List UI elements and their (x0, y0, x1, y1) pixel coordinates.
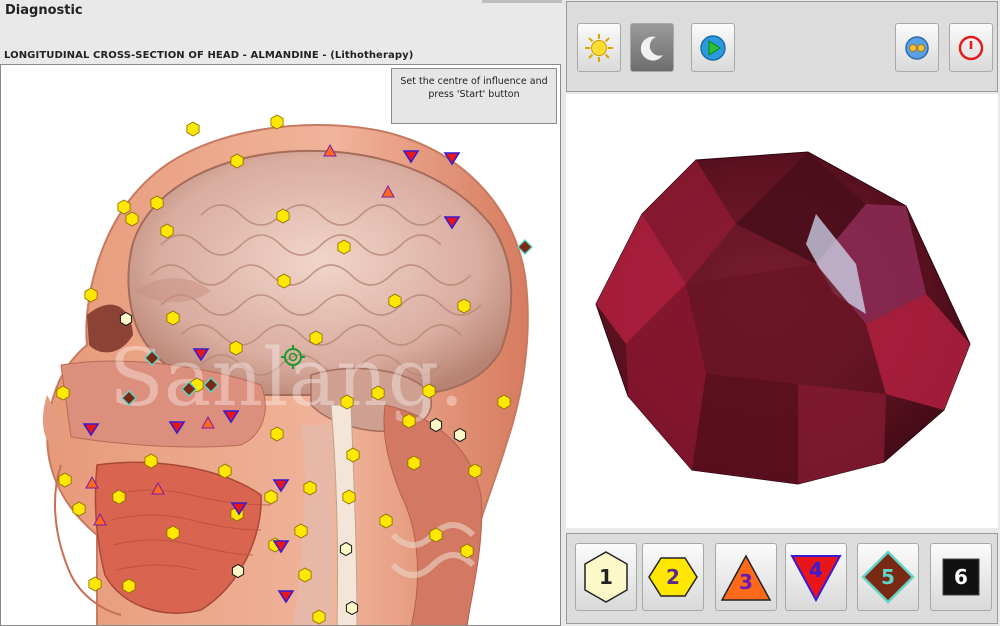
scale-button-1-label: 1 (599, 565, 613, 589)
marker-white-hexagon (345, 600, 359, 616)
marker-yellow-hexagon (230, 153, 244, 169)
window-title: Diagnostic (5, 3, 83, 18)
marker-yellow-hexagon (371, 385, 385, 401)
marker-yellow-hexagon (58, 472, 72, 488)
intensity-scale-bar: 1 2 3 4 5 6 (566, 533, 998, 624)
watermark-text: Sanlang. (109, 331, 464, 424)
scale-button-4-label: 4 (809, 558, 823, 582)
marker-yellow-hexagon (457, 298, 471, 314)
marker-yellow-hexagon (276, 208, 290, 224)
marker-yellow-hexagon (309, 330, 323, 346)
marker-yellow-hexagon (422, 383, 436, 399)
marker-yellow-hexagon (312, 609, 326, 625)
marker-yellow-hexagon (125, 211, 139, 227)
marker-white-hexagon (453, 427, 467, 443)
sun-icon (585, 33, 613, 62)
marker-yellow-hexagon (56, 385, 70, 401)
marker-yellow-hexagon (270, 114, 284, 130)
marker-yellow-hexagon (460, 543, 474, 559)
marker-yellow-hexagon (429, 527, 443, 543)
marker-white-hexagon (119, 311, 133, 327)
scale-button-2-label: 2 (666, 565, 680, 589)
almandine-gem-image (595, 151, 971, 485)
marker-yellow-hexagon (160, 223, 174, 239)
marker-yellow-hexagon (402, 413, 416, 429)
scale-button-4[interactable]: 4 (785, 543, 847, 611)
marker-yellow-hexagon (468, 463, 482, 479)
marker-yellow-hexagon (340, 394, 354, 410)
power-button[interactable] (949, 23, 993, 72)
marker-yellow-hexagon (298, 567, 312, 583)
marker-yellow-hexagon (303, 480, 317, 496)
power-icon (958, 35, 984, 60)
scale-button-5-label: 5 (881, 565, 895, 589)
marker-yellow-hexagon (84, 287, 98, 303)
marker-yellow-hexagon (88, 576, 102, 592)
marker-yellow-hexagon (337, 239, 351, 255)
view-subtitle: LONGITUDINAL CROSS-SECTION OF HEAD - ALM… (4, 50, 414, 61)
scale-button-5[interactable]: 5 (857, 543, 919, 611)
scale-button-6-label: 6 (954, 565, 968, 589)
scale-button-3-label: 3 (739, 570, 753, 594)
toolbar (566, 1, 998, 92)
play-icon (700, 34, 726, 61)
marker-yellow-hexagon (270, 426, 284, 442)
scale-button-2[interactable]: 2 (642, 543, 704, 611)
marker-white-hexagon (339, 541, 353, 557)
night-mode-button[interactable] (630, 23, 674, 72)
marker-yellow-hexagon (264, 489, 278, 505)
marker-yellow-hexagon (277, 273, 291, 289)
scale-button-6[interactable]: 6 (930, 543, 992, 611)
reels-icon (905, 35, 929, 60)
instruction-tooltip: Set the centre of influence and press 'S… (391, 68, 557, 124)
marker-yellow-hexagon (229, 340, 243, 356)
head-cross-section-image: Sanlang. (42, 114, 533, 625)
marker-yellow-hexagon (150, 195, 164, 211)
marker-yellow-hexagon (388, 293, 402, 309)
marker-yellow-hexagon (186, 121, 200, 137)
settings-button[interactable] (895, 23, 939, 72)
scale-button-1[interactable]: 1 (575, 543, 637, 611)
marker-yellow-hexagon (379, 513, 393, 529)
start-button[interactable] (691, 23, 735, 72)
marker-yellow-hexagon (294, 523, 308, 539)
marker-white-hexagon (429, 417, 443, 433)
marker-yellow-hexagon (144, 453, 158, 469)
marker-yellow-hexagon (497, 394, 511, 410)
marker-white-hexagon (231, 563, 245, 579)
gemstone-preview (566, 94, 998, 528)
marker-yellow-hexagon (166, 525, 180, 541)
marker-yellow-hexagon (407, 455, 421, 471)
scale-button-3[interactable]: 3 (715, 543, 777, 611)
anatomy-view[interactable]: Sanlang. (0, 64, 561, 626)
marker-yellow-hexagon (112, 489, 126, 505)
marker-yellow-hexagon (218, 463, 232, 479)
marker-yellow-hexagon (166, 310, 180, 326)
marker-yellow-hexagon (72, 501, 86, 517)
marker-yellow-hexagon (117, 199, 131, 215)
marker-yellow-hexagon (342, 489, 356, 505)
marker-yellow-hexagon (346, 447, 360, 463)
title-bar-strip (482, 0, 562, 3)
day-mode-button[interactable] (577, 23, 621, 72)
marker-yellow-hexagon (122, 578, 136, 594)
moon-icon (640, 36, 663, 61)
